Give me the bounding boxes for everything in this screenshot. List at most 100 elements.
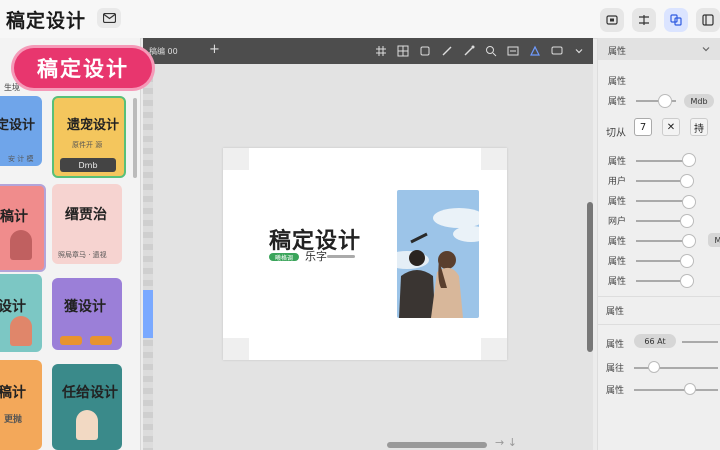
- card-figure-image: [10, 230, 32, 260]
- hold-box[interactable]: 持: [690, 118, 708, 136]
- chevron-down-icon: [575, 49, 583, 54]
- brush-tool-button[interactable]: [461, 43, 477, 59]
- template-card[interactable]: 缙贾治 照局章马 · 遗视: [52, 184, 122, 264]
- artboard-corner: [481, 338, 507, 360]
- document-tab[interactable]: 稿编 00: [149, 46, 178, 57]
- card-title: 獲设计: [64, 299, 106, 315]
- chevron-down-icon[interactable]: [701, 44, 711, 54]
- app-title: 稿定设计: [6, 10, 87, 32]
- artboard-photo[interactable]: [397, 190, 479, 318]
- card-title: 设计: [0, 299, 26, 315]
- artboard-line[interactable]: [327, 255, 355, 258]
- mail-button[interactable]: [97, 8, 121, 28]
- property-label: 切从: [606, 128, 626, 139]
- edit-icon: [507, 46, 519, 56]
- table-tool-button[interactable]: [395, 43, 411, 59]
- frame-button[interactable]: [600, 8, 624, 32]
- template-card[interactable]: 任给设计: [52, 364, 122, 450]
- section-divider: [598, 324, 720, 325]
- top-bar: 稿定设计: [0, 0, 720, 39]
- template-card[interactable]: 獲设计: [52, 278, 122, 350]
- zoom-tool-button[interactable]: [483, 43, 499, 59]
- artboard-subtext[interactable]: 乐字: [305, 248, 327, 264]
- property-label: 用户: [608, 177, 627, 187]
- slider-knob[interactable]: [682, 234, 696, 248]
- section-label: 属性: [606, 307, 625, 317]
- crop-tool-button[interactable]: [417, 43, 433, 59]
- layers-button[interactable]: [664, 8, 688, 32]
- property-label: 属性: [608, 77, 627, 87]
- property-label: 属往: [606, 364, 625, 374]
- properties-title: 属性: [608, 47, 627, 57]
- slider-knob[interactable]: [680, 214, 694, 228]
- template-card[interactable]: 设计: [0, 274, 42, 352]
- slider-knob[interactable]: [684, 383, 696, 395]
- layers-icon: [670, 14, 682, 26]
- template-panel: 生境 生活 定设计 安 计 模 遗宠设计 原件开 源 Dmb 稿计 缙贾治 照局…: [0, 38, 141, 450]
- card-title: 稿计: [0, 385, 26, 401]
- property-label: 属性: [608, 97, 627, 107]
- card-use-button[interactable]: Dmb: [60, 158, 116, 172]
- card-title: 遗宠设计: [67, 118, 120, 133]
- slider-knob[interactable]: [658, 94, 672, 108]
- brush-icon: [464, 45, 475, 56]
- template-card[interactable]: 定设计 安 计 模: [0, 96, 42, 166]
- card-figure-image: [10, 316, 32, 346]
- property-value-chip[interactable]: 66 At: [634, 334, 676, 348]
- grid-tool-button[interactable]: [373, 43, 389, 59]
- card-figure-image: [76, 410, 98, 440]
- slider-knob[interactable]: [680, 274, 694, 288]
- artboard[interactable]: 稿定设计 曦格调 乐字: [223, 148, 507, 360]
- template-card-selected[interactable]: 遗宠设计 原件开 源 Dmb: [52, 96, 126, 178]
- card-title: 任给设计: [62, 385, 118, 401]
- property-value-chip[interactable]: M: [708, 233, 720, 247]
- toolbar-more-button[interactable]: [571, 43, 587, 59]
- pen-tool-button[interactable]: [439, 43, 455, 59]
- add-tab-button[interactable]: +: [209, 42, 220, 57]
- pen-icon: [442, 46, 452, 56]
- zoom-icon: [486, 46, 497, 57]
- card-subtitle: 原件开 源: [72, 141, 103, 149]
- grid-icon: [376, 46, 386, 56]
- property-slider[interactable]: [634, 389, 718, 391]
- slider-knob[interactable]: [682, 153, 696, 167]
- property-label: 属性: [608, 237, 627, 247]
- chat-icon: [551, 46, 563, 55]
- property-label: 网户: [608, 217, 627, 227]
- canvas-horizontal-scrollbar[interactable]: [387, 442, 487, 448]
- couple-photo-image: [397, 190, 479, 318]
- scroll-arrows[interactable]: → ↓: [495, 436, 517, 449]
- ruler-selection-marker: [143, 290, 153, 338]
- canvas-toolbar: 稿编 00 +: [143, 38, 593, 64]
- slider-knob[interactable]: [680, 254, 694, 268]
- split-button[interactable]: [632, 8, 656, 32]
- slider-knob[interactable]: [680, 174, 694, 188]
- property-slider[interactable]: [634, 367, 718, 369]
- property-label: 属性: [606, 386, 625, 396]
- slider-knob[interactable]: [682, 195, 696, 209]
- tab-left-1[interactable]: 生境: [4, 82, 20, 93]
- property-value-chip[interactable]: Mdb: [684, 94, 714, 108]
- section-divider: [598, 296, 720, 297]
- slider-knob[interactable]: [648, 361, 660, 373]
- close-box[interactable]: ✕: [662, 118, 680, 136]
- template-card[interactable]: 稿计: [0, 184, 46, 272]
- shape-icon: [530, 45, 540, 56]
- canvas-area[interactable]: 稿编 00 + 稿定设计 曦格调 乐字 → ↓: [143, 38, 593, 450]
- value-box[interactable]: 7: [634, 118, 652, 136]
- chat-tool-button[interactable]: [549, 43, 565, 59]
- card-title: 稿计: [0, 209, 28, 225]
- artboard-tag[interactable]: 曦格调: [269, 253, 299, 262]
- template-card[interactable]: 稿计 更抛: [0, 360, 42, 450]
- card-tag: [90, 336, 112, 345]
- canvas-vertical-scrollbar[interactable]: [587, 202, 593, 352]
- collapse-button[interactable]: [696, 8, 720, 32]
- mail-icon: [102, 13, 116, 23]
- artboard-corner: [223, 338, 249, 360]
- edit-tool-button[interactable]: [505, 43, 521, 59]
- property-label: 属性: [606, 340, 625, 350]
- frame-icon: [606, 15, 618, 25]
- property-slider[interactable]: [682, 341, 718, 343]
- shape-tool-button[interactable]: [527, 43, 543, 59]
- left-scrollbar[interactable]: [133, 98, 137, 178]
